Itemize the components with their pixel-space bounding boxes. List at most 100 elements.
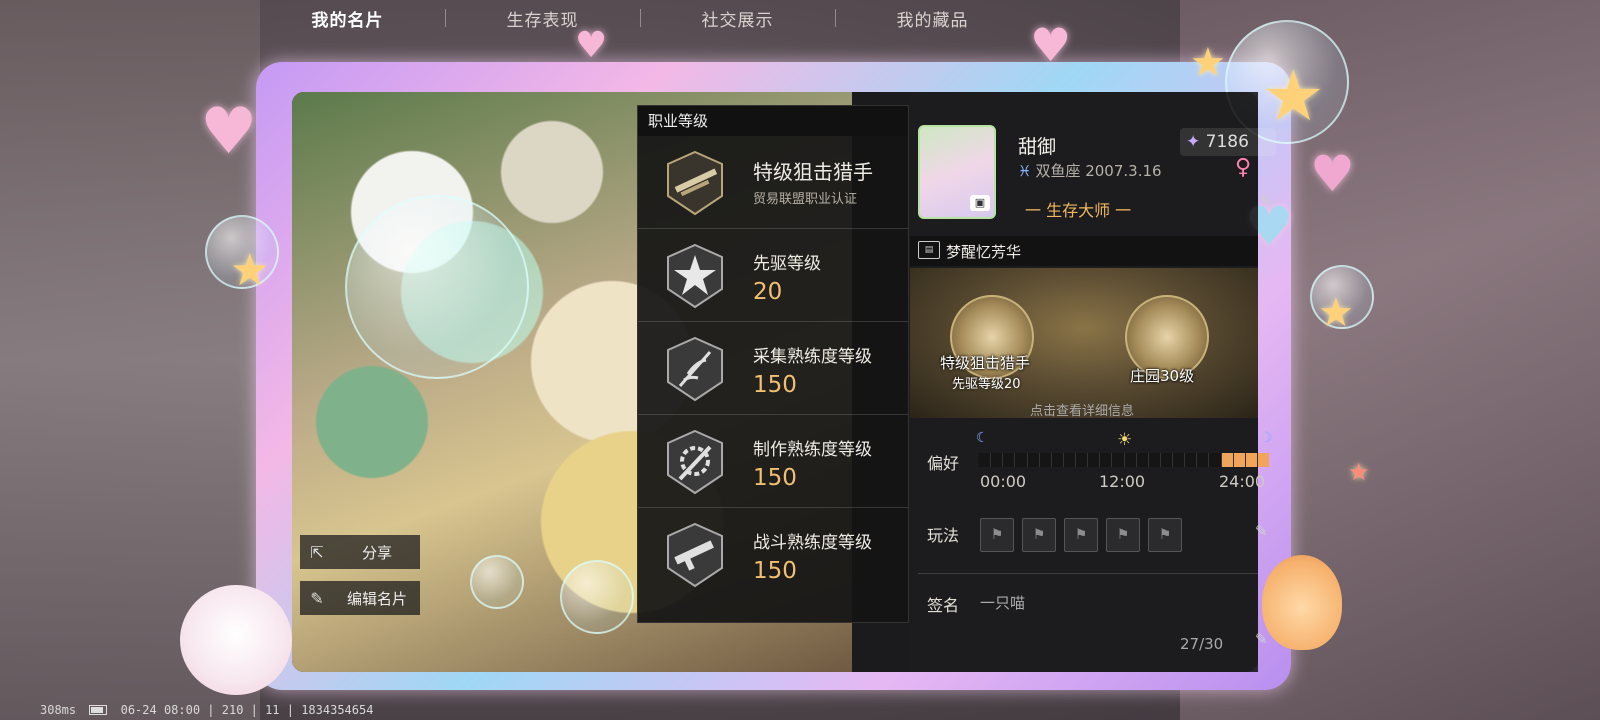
emblem-subtitle: 先驱等级20: [952, 377, 1021, 392]
edit-signature-pencil-icon[interactable]: ✎: [1255, 630, 1268, 648]
time-label-end: 24:00: [1219, 472, 1266, 491]
playstyle-slot-icon[interactable]: ⚑: [980, 518, 1014, 552]
detail-hint: 点击查看详细信息: [1030, 404, 1135, 419]
timeline-tick: [1111, 453, 1113, 467]
timeline-tick: [1087, 453, 1089, 467]
playstyle-slot-icon[interactable]: ⚑: [1022, 518, 1056, 552]
timeline-tick: [1256, 453, 1258, 467]
career-item-subtitle: 贸易联盟职业认证: [753, 192, 858, 207]
career-item-sniper[interactable]: 特级狙击猎手 贸易联盟职业认证: [638, 136, 908, 229]
career-item-title: 采集熟练度等级: [753, 347, 872, 367]
career-item-gathering[interactable]: 采集熟练度等级 150: [638, 322, 908, 415]
guild-row[interactable]: ▤ 梦醒忆芳华: [910, 236, 1258, 266]
star-icon: ★: [1262, 55, 1325, 137]
status-bar: 308ms 06-24 08:00 | 210 | 11 | 183435465…: [0, 700, 440, 720]
emblem-title: 特级狙击猎手: [940, 354, 1031, 372]
career-panel-title: 职业等级: [638, 106, 908, 136]
pencil-icon: ✎: [310, 588, 324, 608]
moon-icon: ☽: [1260, 430, 1273, 446]
timeline-tick: [1135, 453, 1137, 467]
avatar[interactable]: ▣: [918, 125, 996, 219]
tab-survival[interactable]: 生存表现: [445, 6, 640, 31]
zodiac-birthday: ♓ 双鱼座 2007.3.16: [1018, 160, 1162, 181]
edit-card-label: 编辑名片: [346, 589, 407, 608]
divider: [918, 573, 1258, 574]
career-item-title: 制作熟练度等级: [753, 440, 872, 460]
pioneer-star-icon: [667, 243, 723, 309]
top-tabs: 我的名片 生存表现 社交展示 我的藏品: [250, 0, 1030, 36]
bubble-decoration: [470, 555, 524, 609]
timeline-tick: [1038, 453, 1040, 467]
gathering-icon: [667, 336, 723, 402]
timeline-tick: [1159, 453, 1161, 467]
status-datetime: 06-24 08:00 | 210 | 11 | 1834354654: [120, 703, 374, 717]
timeline-tick: [1147, 453, 1149, 467]
career-item-title: 先驱等级: [753, 254, 821, 274]
playstyle-slot-icon[interactable]: ⚑: [1148, 518, 1182, 552]
career-item-value: 150: [753, 558, 797, 584]
timeline-tick: [1026, 453, 1028, 467]
edit-playstyle-pencil-icon[interactable]: ✎: [1255, 522, 1268, 540]
share-button[interactable]: ⇱ 分享: [300, 535, 420, 569]
moon-icon: ☾: [976, 430, 989, 446]
signature-text[interactable]: 一只喵: [980, 592, 1025, 613]
career-item-pioneer[interactable]: 先驱等级 20: [638, 229, 908, 322]
player-name: 甜御: [1018, 136, 1057, 158]
tab-social[interactable]: 社交展示: [640, 6, 835, 31]
timeline-tick: [1123, 453, 1125, 467]
career-item-value: 150: [753, 372, 797, 398]
career-item-title: 战斗熟练度等级: [753, 533, 872, 553]
tab-collection[interactable]: 我的藏品: [835, 6, 1030, 31]
ping-value: 308ms: [40, 703, 77, 717]
sun-icon: ☀: [1117, 430, 1133, 450]
timeline-tick: [1196, 453, 1198, 467]
gem-icon: ✦: [1186, 132, 1201, 152]
share-label: 分享: [361, 543, 392, 562]
crafting-gear-icon: [667, 429, 723, 495]
career-item-combat[interactable]: 战斗熟练度等级 150: [638, 508, 908, 600]
battery-icon: [89, 705, 108, 715]
emblem-title: 庄园30级: [1130, 367, 1195, 385]
share-icon: ⇱: [310, 542, 324, 562]
star-icon: ★: [1190, 40, 1226, 86]
time-label-mid: 12:00: [1099, 472, 1146, 491]
timeline-tick: [1208, 453, 1210, 467]
time-label-start: 00:00: [980, 472, 1027, 491]
star-icon: ★: [230, 245, 270, 296]
heart-icon: ♥: [575, 25, 608, 66]
career-item-crafting[interactable]: 制作熟练度等级 150: [638, 415, 908, 508]
female-icon: ♀: [1235, 155, 1252, 180]
playstyle-slot-icon[interactable]: ⚑: [1106, 518, 1140, 552]
career-item-value: 20: [753, 279, 783, 305]
edit-card-button[interactable]: ✎ 编辑名片: [300, 581, 420, 615]
signature-counter: 27/30: [1180, 635, 1224, 653]
guild-name: 梦醒忆芳华: [946, 243, 1022, 261]
bear-plush-decoration: [180, 585, 292, 695]
pisces-icon: ♓: [1018, 162, 1032, 180]
bubble-decoration: [560, 560, 634, 634]
timeline-tick: [1075, 453, 1076, 467]
signature-label: 签名: [927, 596, 960, 615]
heart-icon: ♥: [1030, 18, 1072, 72]
timeline-tick: [1002, 453, 1004, 467]
timeline-tick: [1184, 453, 1186, 467]
camera-icon[interactable]: ▣: [970, 195, 990, 211]
zodiac-text: 双鱼座 2007.3.16: [1035, 162, 1162, 180]
points-value: 7186: [1205, 132, 1249, 152]
timeline-tick: [1062, 453, 1064, 467]
star-icon: ★: [1318, 290, 1354, 336]
playstyle-slot-icon[interactable]: ⚑: [1064, 518, 1098, 552]
timeline-tick: [1014, 453, 1016, 467]
bunny-plush-decoration: [1262, 555, 1342, 650]
activity-timeline[interactable]: [978, 453, 1269, 467]
combat-gun-icon: [667, 522, 723, 588]
playstyle-label: 玩法: [927, 526, 960, 545]
timeline-tick: [990, 453, 992, 467]
points-badge: ✦ 7186: [1180, 128, 1276, 156]
star-icon: ★: [1348, 458, 1370, 486]
tab-my-card[interactable]: 我的名片: [250, 6, 445, 31]
timeline-tick: [1220, 453, 1222, 467]
player-title: 一 生存大师 一: [1025, 201, 1132, 220]
timeline-tick: [1244, 453, 1246, 467]
edit-title-pencil-icon[interactable]: ✎: [1260, 192, 1273, 210]
